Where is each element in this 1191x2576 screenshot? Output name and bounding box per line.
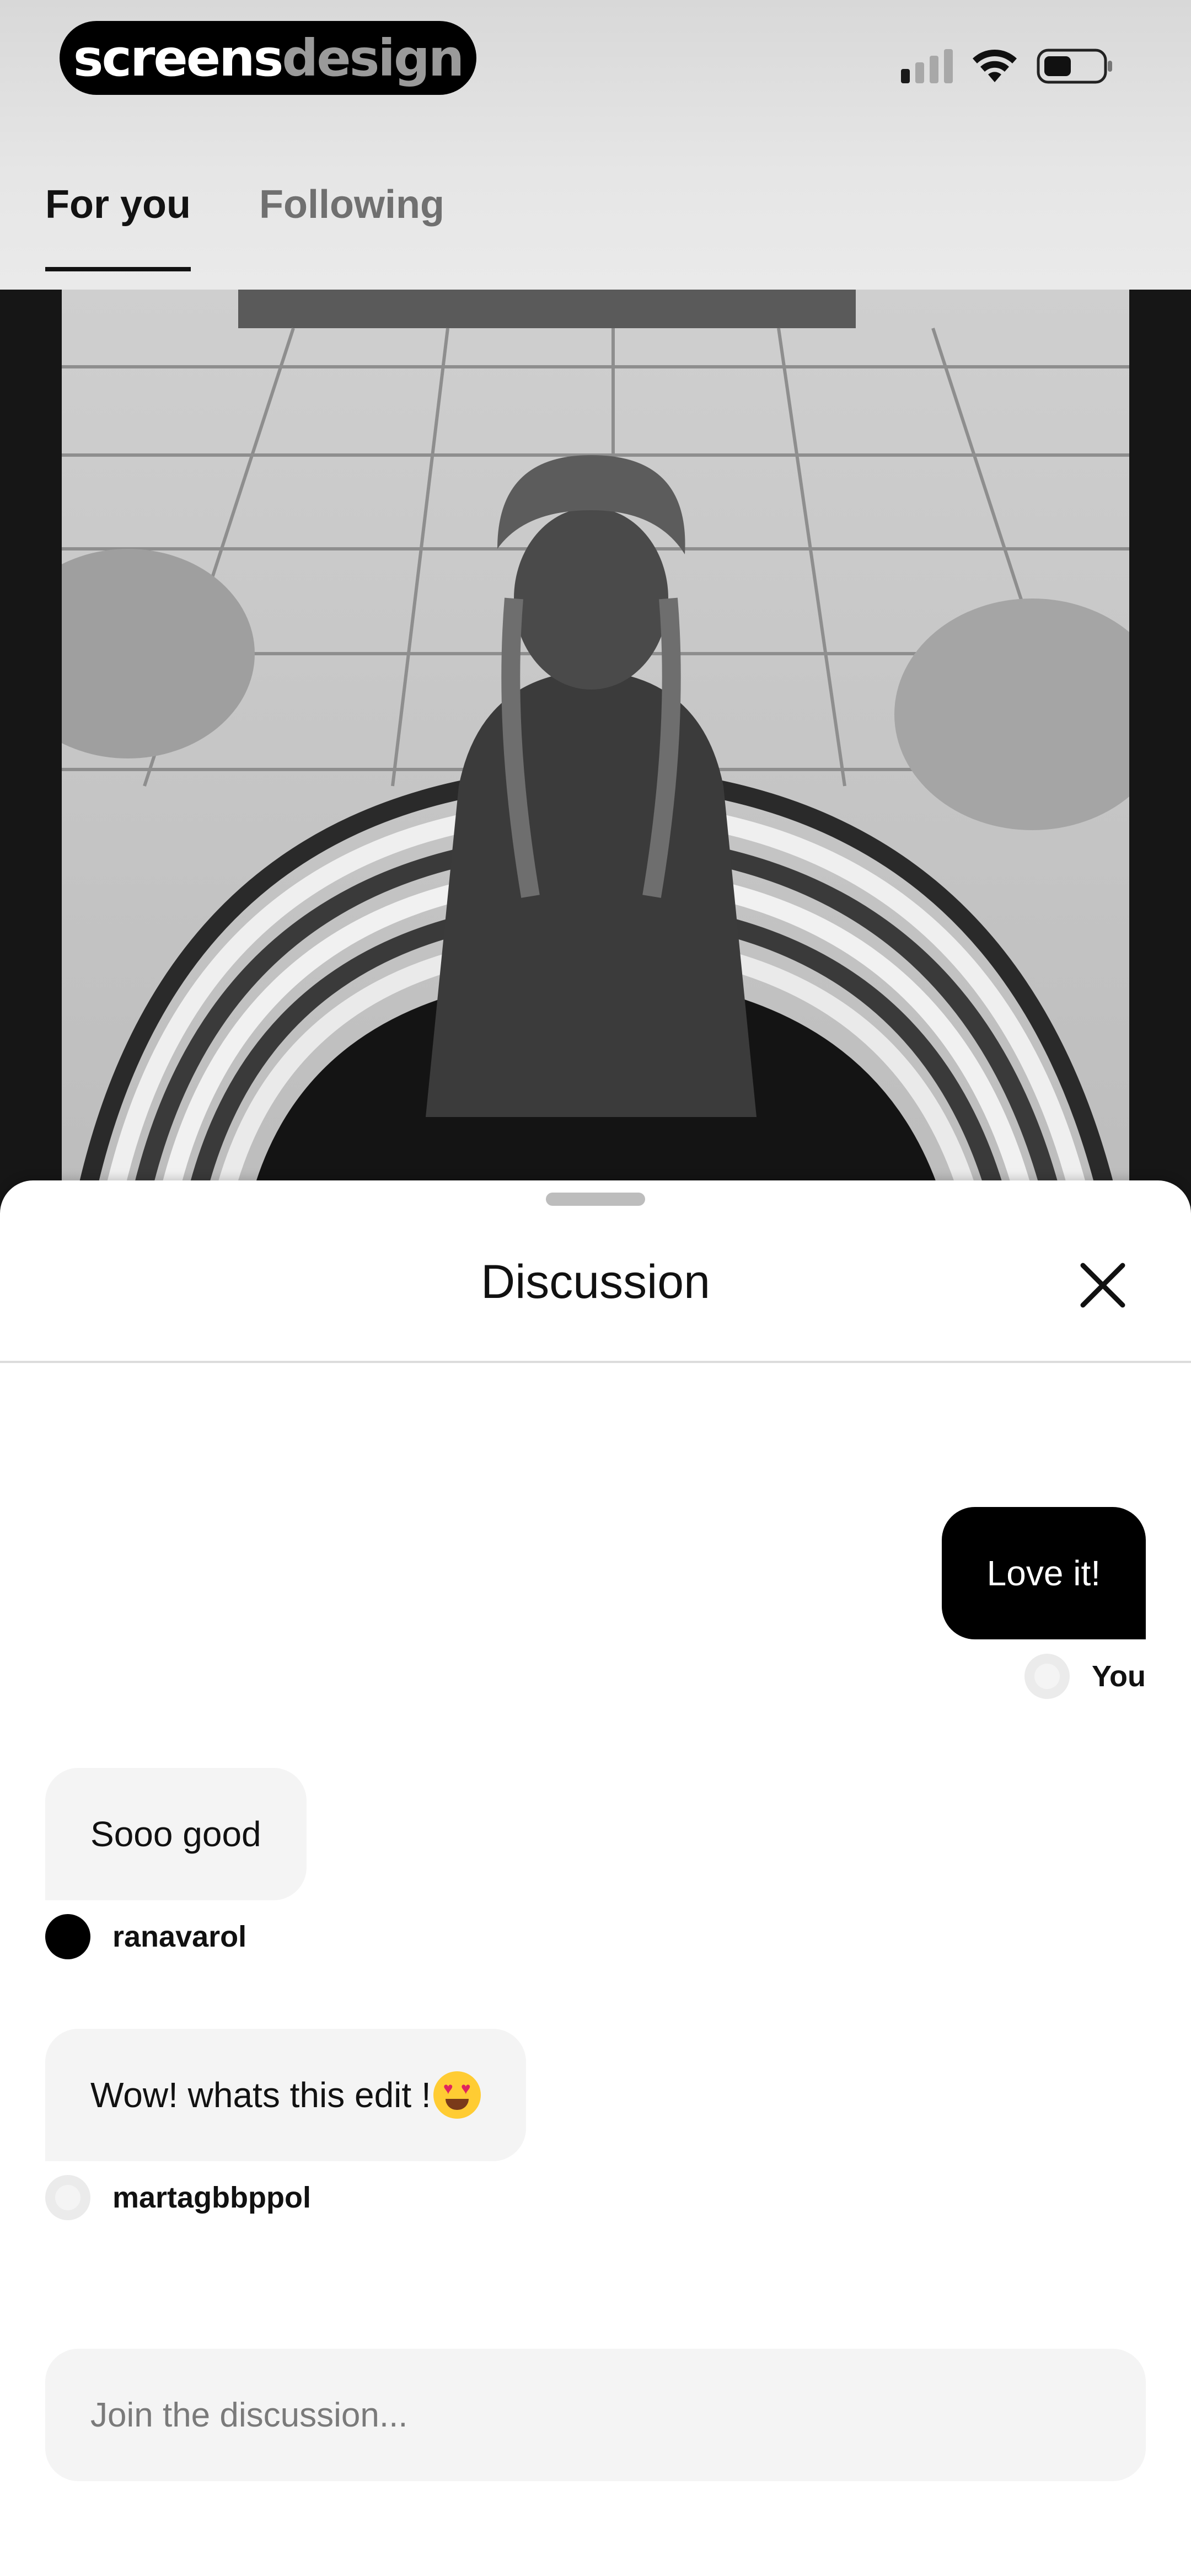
avatar[interactable] xyxy=(45,1914,90,1959)
author-name[interactable]: martagbbppol xyxy=(112,2180,311,2215)
message-bubble-own[interactable]: Love it! xyxy=(941,1507,1146,1639)
post-photo xyxy=(62,290,1129,1205)
brand-text-screens: screens xyxy=(73,28,284,88)
sheet-drag-handle[interactable] xyxy=(546,1193,645,1206)
discussion-input[interactable] xyxy=(90,2395,1101,2435)
discussion-title: Discussion xyxy=(481,1255,710,1308)
message-bubble[interactable]: Sooo good xyxy=(45,1768,307,1900)
wifi-icon xyxy=(973,49,1017,83)
author-name: You xyxy=(1092,1660,1146,1693)
message-text: Love it! xyxy=(986,1553,1101,1593)
avatar[interactable] xyxy=(45,2175,90,2220)
tab-following[interactable]: Following xyxy=(259,182,444,271)
sheet-divider xyxy=(0,1361,1191,1363)
message-text: Sooo good xyxy=(90,1814,261,1854)
heart-eyes-emoji-icon: ♥ ♥ xyxy=(433,2071,481,2119)
close-icon xyxy=(1080,1263,1125,1308)
brand-logo: screens design xyxy=(60,21,476,95)
message-text: Wow! whats this edit ! xyxy=(90,2075,431,2115)
message-bubble[interactable]: Wow! whats this edit ! ♥ ♥ xyxy=(45,2029,526,2161)
post-media[interactable] xyxy=(0,290,1191,1205)
tab-for-you[interactable]: For you xyxy=(45,182,191,271)
top-header: screens design For you Following xyxy=(0,0,1191,290)
author-name[interactable]: ranavarol xyxy=(112,1920,246,1954)
discussion-sheet: Discussion Love it! You Sooo good ranava… xyxy=(0,1180,1191,2576)
cellular-signal-icon xyxy=(901,49,953,83)
avatar[interactable] xyxy=(1024,1654,1070,1699)
message-author-own: You xyxy=(1024,1654,1146,1699)
brand-text-design: design xyxy=(282,28,464,88)
battery-icon xyxy=(1037,47,1114,85)
close-button[interactable] xyxy=(1075,1258,1130,1313)
message-author: martagbbppol xyxy=(45,2175,311,2220)
status-bar xyxy=(901,44,1114,88)
discussion-composer xyxy=(45,2349,1146,2481)
feed-screen: screens design For you Following Discuss… xyxy=(0,0,1191,2576)
feed-tabs: For you Following xyxy=(45,182,444,271)
message-author: ranavarol xyxy=(45,1914,246,1959)
